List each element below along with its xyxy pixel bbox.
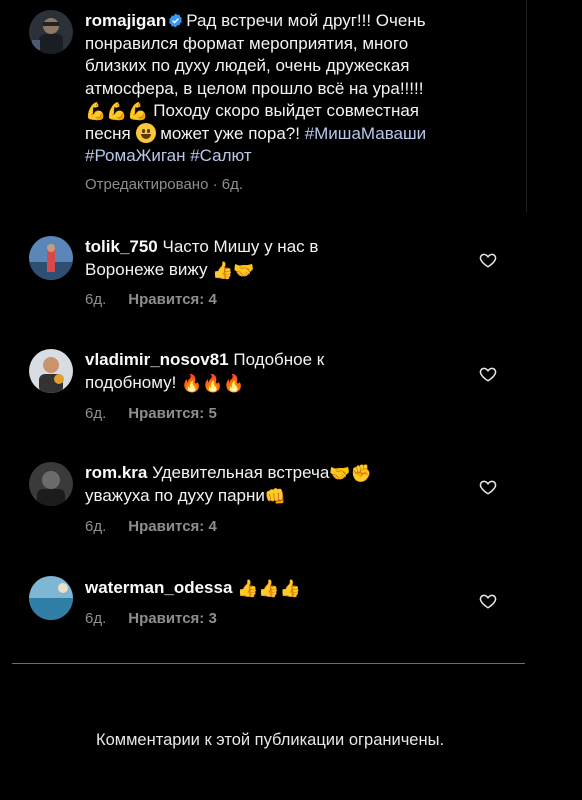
comments-divider xyxy=(12,663,525,664)
comment-4-age: 6д. xyxy=(85,610,107,627)
comment-1-line-2: Воронеже вижу xyxy=(85,259,208,279)
caption-line-6: песня xyxy=(85,123,131,143)
comment-2-likes[interactable]: Нравится: 5 xyxy=(128,405,217,422)
caption-line-7: может уже пора?! xyxy=(160,123,300,143)
comment-2-like-heart-icon[interactable] xyxy=(479,365,497,383)
comment-3-like-heart-icon[interactable] xyxy=(479,478,497,496)
comment-avatar-vladimir-image xyxy=(29,349,73,393)
comment-3-line-1: Удевительная встреча xyxy=(152,463,330,482)
comment-3-emoji-2: 👊 xyxy=(264,486,287,506)
comment-1-text: tolik_750 Часто Мишу у нас в Воронеже ви… xyxy=(85,236,465,281)
comment-1-likes[interactable]: Нравится: 4 xyxy=(128,291,217,308)
side-panel xyxy=(526,0,582,800)
comment-1-age: 6д. xyxy=(85,291,107,308)
comment-2-meta: 6д. Нравится: 5 xyxy=(85,405,217,422)
comments-restricted-notice: Комментарии к этой публикации ограничены… xyxy=(95,731,445,749)
caption-line-3: близких по духу людей, очень дружеская xyxy=(85,56,410,75)
verified-badge-icon xyxy=(169,13,183,28)
comment-3-username[interactable]: rom.kra xyxy=(85,463,147,482)
comment-4-username[interactable]: waterman_odessa xyxy=(85,578,232,597)
caption-line-4: атмосфера, в целом прошло всё на ура!!!!… xyxy=(85,78,424,98)
hashtag-mishamavashi[interactable]: #МишаМаваши xyxy=(305,124,426,143)
caption-line-5: Походу скоро выйдет совместная xyxy=(153,101,420,120)
comment-3-meta: 6д. Нравится: 4 xyxy=(85,518,217,535)
comment-4-like-heart-icon[interactable] xyxy=(479,592,497,610)
author-avatar-image xyxy=(29,10,73,54)
comment-2-emoji: 🔥🔥🔥 xyxy=(181,373,245,393)
comment-4-emoji: 👍👍👍 xyxy=(237,579,301,598)
comment-1-like-heart-icon[interactable] xyxy=(479,251,497,269)
comment-1-line-1: Часто Мишу у нас в xyxy=(162,237,319,256)
comments-screen: romajigan Рад встречи мой друг!!! Очень п… xyxy=(0,0,582,800)
comment-3-age: 6д. xyxy=(85,518,107,535)
grinning-face-emoji xyxy=(135,122,156,143)
comment-3-line-2: уважуха по духу парни xyxy=(85,485,265,505)
comment-3-emoji-1: 🤝✊ xyxy=(329,464,372,483)
post-meta: Отредактировано · 6д. xyxy=(85,176,244,193)
comment-3-likes[interactable]: Нравится: 4 xyxy=(128,518,217,535)
comment-4-text: waterman_odessa 👍👍👍 xyxy=(85,577,465,600)
caption-line-1: Рад встречи мой друг!!! Очень xyxy=(186,11,426,30)
post-caption: romajigan Рад встречи мой друг!!! Очень п… xyxy=(85,10,505,168)
comment-avatar-waterman[interactable] xyxy=(29,576,73,620)
comment-avatar-vladimir[interactable] xyxy=(29,349,73,393)
comment-2-line-1: Подобное к xyxy=(233,350,325,369)
author-username[interactable]: romajigan xyxy=(85,11,166,30)
comment-avatar-romkra-image xyxy=(29,462,73,506)
comment-avatar-waterman-image xyxy=(29,576,73,620)
comment-2-username[interactable]: vladimir_nosov81 xyxy=(85,350,229,369)
comment-avatar-tolik[interactable] xyxy=(29,236,73,280)
author-avatar[interactable] xyxy=(29,10,73,54)
side-panel-border xyxy=(526,0,527,212)
comment-4-likes[interactable]: Нравится: 3 xyxy=(128,610,217,627)
comment-2-age: 6д. xyxy=(85,405,107,422)
flexed-biceps-emoji: 💪💪💪 xyxy=(85,102,149,121)
caption-line-2: понравился формат мероприятия, много xyxy=(85,33,409,53)
comment-avatar-tolik-image xyxy=(29,236,73,280)
comment-avatar-romkra[interactable] xyxy=(29,462,73,506)
comment-1-emoji: 👍🤝 xyxy=(212,260,255,280)
comment-1-username[interactable]: tolik_750 xyxy=(85,237,158,256)
comment-2-line-2: подобному! xyxy=(85,372,177,392)
comment-3-text: rom.kra Удевительная встреча🤝✊ уважуха п… xyxy=(85,462,465,507)
comment-2-text: vladimir_nosov81 Подобное к подобному! 🔥… xyxy=(85,349,465,394)
comment-1-meta: 6д. Нравится: 4 xyxy=(85,291,217,308)
hashtag-romajigan-salut[interactable]: #РомаЖиган #Салют xyxy=(85,146,252,165)
comment-4-meta: 6д. Нравится: 3 xyxy=(85,610,217,627)
